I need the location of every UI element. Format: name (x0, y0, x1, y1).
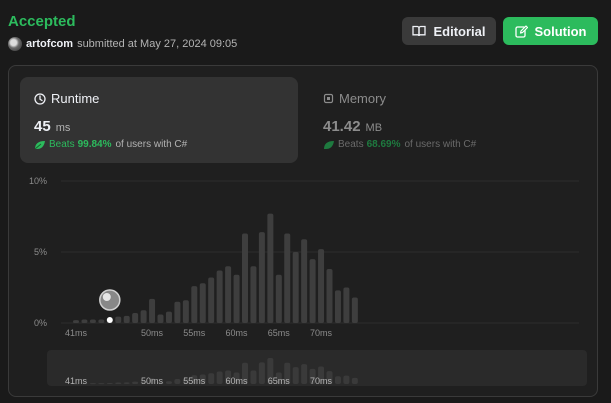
chart-bar (165, 311, 172, 323)
chart-bar (318, 249, 325, 323)
editorial-label: Editorial (433, 23, 486, 39)
chart-bar (98, 319, 105, 323)
chart-bar (208, 277, 215, 323)
book-icon (412, 25, 427, 37)
chart-bar (301, 239, 308, 323)
submission-meta: artofcom submitted at May 27, 2024 09:05 (8, 36, 237, 52)
chart-bar (132, 313, 139, 323)
navigator-bar (115, 382, 122, 384)
navigator-bar (123, 382, 130, 384)
navigator-tick-label: 60ms (226, 376, 249, 386)
chart-bar (123, 315, 130, 323)
chart-bar (242, 233, 248, 323)
navigator-bar (334, 376, 341, 384)
navigator-tick-label: 50ms (141, 376, 164, 386)
chart-bar (334, 290, 341, 323)
chart-bar (216, 270, 223, 323)
chart-bar (115, 316, 122, 323)
y-tick-label: 10% (29, 176, 47, 186)
chart-bar (174, 301, 181, 323)
editorial-button[interactable]: Editorial (402, 17, 496, 45)
navigator-tick-label: 70ms (310, 376, 333, 386)
chart-bar (182, 300, 189, 323)
x-tick-label: 65ms (268, 328, 291, 338)
x-tick-label: 50ms (141, 328, 164, 338)
chart-bar (233, 274, 240, 323)
chart-svg: 10% 5% 0% 41ms 50ms 55ms 60ms 65ms 70ms 41ms 50ms… (29, 176, 587, 386)
edit-icon (514, 24, 528, 38)
chart-bar (275, 274, 282, 323)
chart-bar (292, 252, 299, 323)
x-tick-label: 60ms (226, 328, 249, 338)
navigator-bar (216, 371, 223, 384)
x-tick-label: 41ms (65, 328, 88, 338)
navigator-bar (98, 383, 105, 385)
chart-bar (250, 266, 257, 323)
navigator-tick-label: 65ms (268, 376, 291, 386)
submission-point-marker (106, 317, 113, 323)
navigator-tick-label: 41ms (65, 376, 88, 386)
navigator-bar (301, 364, 308, 384)
chart-bar (157, 314, 164, 323)
chart-bar (267, 213, 274, 323)
navigator-bar (106, 382, 113, 384)
solution-label: Solution (534, 23, 587, 39)
navigator-bar (174, 378, 181, 384)
submission-status: Accepted (8, 13, 76, 30)
navigator-tick-label: 55ms (183, 376, 206, 386)
performance-panel: Runtime 45 ms Beats 99.84% of users with… (8, 65, 598, 397)
submitted-time: submitted at May 27, 2024 09:05 (77, 38, 238, 50)
chart-bar (326, 269, 333, 323)
chart-bar (199, 283, 206, 323)
x-tick-label: 55ms (183, 328, 206, 338)
chart-bar (351, 297, 358, 323)
chart-bar (284, 233, 291, 323)
runtime-distribution-chart: 10% 5% 0% 41ms 50ms 55ms 60ms 65ms 70ms 41ms 50ms… (9, 66, 599, 398)
chart-bar (81, 319, 88, 323)
chart-bar (73, 320, 79, 323)
navigator-bar (343, 375, 350, 384)
navigator-bar (292, 367, 299, 384)
chart-bar (89, 319, 96, 323)
chart-bar (309, 259, 316, 323)
solution-button[interactable]: Solution (503, 17, 598, 45)
avatar[interactable] (8, 37, 22, 51)
y-tick-label: 5% (34, 247, 47, 257)
navigator-bar (258, 362, 265, 384)
navigator-bar (250, 370, 257, 384)
navigator-bar (132, 381, 139, 384)
x-tick-label: 70ms (310, 328, 333, 338)
chart-bar (191, 286, 198, 323)
chart-bar (149, 298, 156, 323)
navigator-bar (89, 383, 96, 385)
submission-avatar-highlight (102, 293, 111, 301)
submission-avatar-marker (99, 289, 121, 311)
chart-bar (140, 310, 147, 323)
navigator-bar (165, 381, 172, 384)
username-link[interactable]: artofcom (26, 38, 73, 50)
chart-bar (258, 232, 265, 323)
chart-bar (343, 287, 350, 323)
chart-bar (225, 266, 232, 323)
navigator-bar (351, 377, 358, 384)
navigator-bar (208, 373, 215, 384)
y-tick-label: 0% (34, 318, 47, 328)
